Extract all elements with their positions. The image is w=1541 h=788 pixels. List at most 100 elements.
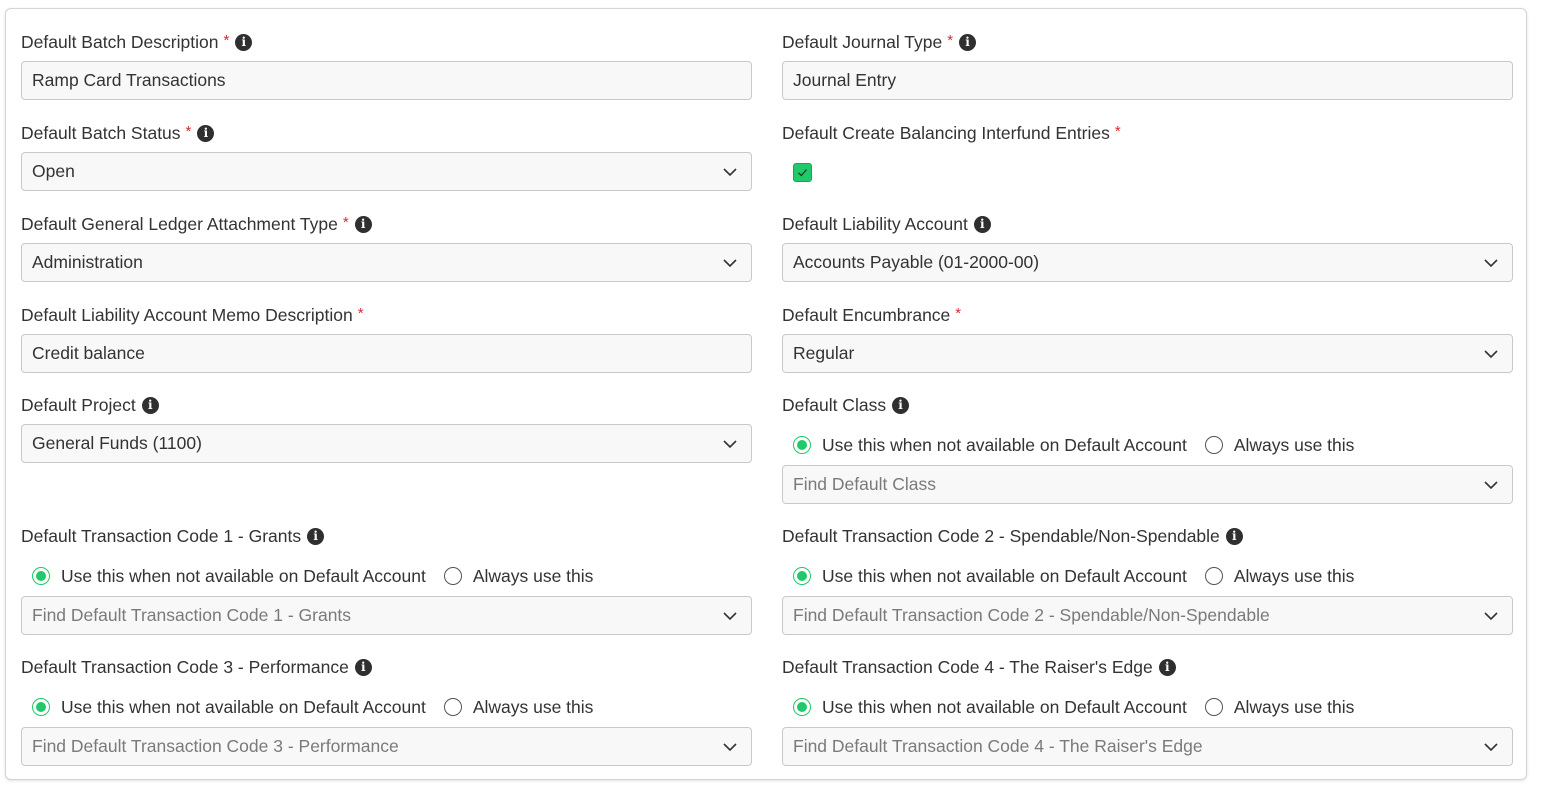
tx-code-3-radio-group: Use this when not available on Default A… xyxy=(32,696,752,718)
radio-button[interactable] xyxy=(793,698,811,716)
chevron-down-icon xyxy=(1484,259,1498,268)
radio-button[interactable] xyxy=(443,567,462,585)
label-text: Default Transaction Code 2 - Spendable/N… xyxy=(782,525,1220,546)
tx-code-4-select[interactable]: Find Default Transaction Code 4 - The Ra… xyxy=(782,727,1513,766)
liability-account-select[interactable]: Accounts Payable (01-2000-00) xyxy=(782,243,1513,282)
project-field: Default Project i General Funds (1100) xyxy=(21,394,752,463)
batch-description-input[interactable]: Ramp Card Transactions xyxy=(21,61,752,100)
radio-button[interactable] xyxy=(793,436,811,454)
radio-label: Use this when not available on Default A… xyxy=(61,565,426,586)
radio-button[interactable] xyxy=(32,698,50,716)
required-marker: * xyxy=(955,304,962,322)
journal-type-input[interactable]: Journal Entry xyxy=(782,61,1513,100)
chevron-down-icon xyxy=(723,612,737,621)
radio-option-always[interactable]: Always use this xyxy=(1204,434,1355,456)
info-icon[interactable]: i xyxy=(141,396,159,414)
radio-option-always[interactable]: Always use this xyxy=(1204,697,1354,718)
info-icon[interactable]: i xyxy=(197,124,215,142)
label-text: Default Transaction Code 1 - Grants xyxy=(21,525,302,546)
field-label: Default Batch Status * i xyxy=(21,122,752,144)
field-label: Default Encumbrance * xyxy=(782,304,1513,326)
info-icon[interactable]: i xyxy=(892,396,910,414)
select-value: Administration xyxy=(32,252,143,272)
info-icon[interactable]: i xyxy=(1225,527,1243,545)
radio-option-fallback[interactable]: Use this when not available on Default A… xyxy=(793,566,1187,587)
radio-button[interactable] xyxy=(1204,436,1223,454)
radio-option-always[interactable]: Always use this xyxy=(1204,565,1355,587)
label-text: Default Liability Account xyxy=(782,213,968,234)
balancing-interfund-field: Default Create Balancing Interfund Entri… xyxy=(782,122,1513,182)
required-marker: * xyxy=(947,31,954,49)
tx-code-3-select[interactable]: Find Default Transaction Code 3 - Perfor… xyxy=(21,727,752,766)
radio-label: Use this when not available on Default A… xyxy=(822,434,1187,455)
select-placeholder: Find Default Transaction Code 3 - Perfor… xyxy=(32,736,399,756)
field-label: Default Transaction Code 4 - The Raiser'… xyxy=(782,656,1513,678)
radio-label: Always use this xyxy=(472,565,594,586)
radio-button[interactable] xyxy=(793,567,811,585)
info-icon[interactable]: i xyxy=(307,527,325,545)
field-label: Default Liability Account i xyxy=(782,213,1513,235)
field-label: Default Liability Account Memo Descripti… xyxy=(21,304,752,326)
required-marker: * xyxy=(1114,122,1121,140)
batch-description-field: Default Batch Description * i Ramp Card Tr… xyxy=(21,31,752,100)
radio-button[interactable] xyxy=(1204,698,1223,716)
tx-code-1-select[interactable]: Find Default Transaction Code 1 - Grants xyxy=(21,596,752,635)
project-select[interactable]: General Funds (1100) xyxy=(21,424,752,463)
encumbrance-field: Default Encumbrance * Regular xyxy=(782,304,1513,373)
field-label: Default Create Balancing Interfund Entri… xyxy=(782,122,1513,144)
chevron-down-icon xyxy=(723,259,737,268)
radio-label: Always use this xyxy=(1233,565,1355,586)
liability-memo-input[interactable]: Credit balance xyxy=(21,334,752,373)
info-icon[interactable]: i xyxy=(354,215,372,233)
info-icon[interactable]: i xyxy=(1158,658,1176,676)
tx-code-3-field: Default Transaction Code 3 - Performance… xyxy=(21,656,752,766)
radio-option-fallback[interactable]: Use this when not available on Default A… xyxy=(32,697,426,718)
radio-option-always[interactable]: Always use this xyxy=(443,696,594,718)
info-icon[interactable]: i xyxy=(354,658,372,676)
radio-label: Use this when not available on Default A… xyxy=(822,696,1187,717)
class-select[interactable]: Find Default Class xyxy=(782,465,1513,504)
radio-button[interactable] xyxy=(1204,567,1223,585)
select-value: Accounts Payable (01-2000-00) xyxy=(793,252,1040,272)
radio-option-always[interactable]: Always use this xyxy=(443,565,594,587)
radio-label: Always use this xyxy=(1233,434,1355,455)
select-value: General Funds (1100) xyxy=(32,433,202,453)
radio-option-fallback[interactable]: Use this when not available on Default A… xyxy=(793,435,1187,456)
field-label: Default Journal Type * i xyxy=(782,31,1513,53)
tx-code-2-select[interactable]: Find Default Transaction Code 2 - Spenda… xyxy=(782,596,1513,635)
gl-attachment-type-select[interactable]: Administration xyxy=(21,243,752,282)
radio-option-fallback[interactable]: Use this when not available on Default A… xyxy=(793,697,1187,718)
tx-code-2-field: Default Transaction Code 2 - Spendable/N… xyxy=(782,525,1513,635)
chevron-down-icon xyxy=(1484,350,1498,359)
journal-type-field: Default Journal Type * i Journal Entry xyxy=(782,31,1513,100)
balancing-interfund-checkbox[interactable] xyxy=(793,163,812,182)
chevron-down-icon xyxy=(723,743,737,752)
field-label: Default Project i xyxy=(21,394,752,416)
liability-memo-field: Default Liability Account Memo Descripti… xyxy=(21,304,752,373)
radio-button[interactable] xyxy=(443,698,462,716)
encumbrance-select[interactable]: Regular xyxy=(782,334,1513,373)
label-text: Default Class xyxy=(782,394,887,415)
label-text: Default Liability Account Memo Descripti… xyxy=(21,304,353,325)
info-icon[interactable]: i xyxy=(973,215,991,233)
class-field: Default Class i Use this when not availab… xyxy=(782,394,1513,504)
select-placeholder: Find Default Transaction Code 2 - Spenda… xyxy=(793,605,1270,625)
select-placeholder: Find Default Transaction Code 1 - Grants xyxy=(32,605,352,625)
input-value: Ramp Card Transactions xyxy=(32,70,226,90)
radio-label: Always use this xyxy=(472,696,594,717)
label-text: Default Project xyxy=(21,394,136,415)
label-text: Default Transaction Code 3 - Performance xyxy=(21,656,349,677)
label-text: Default Batch Status xyxy=(21,122,181,143)
info-icon[interactable]: i xyxy=(235,33,253,51)
field-label: Default Transaction Code 2 - Spendable/N… xyxy=(782,525,1513,547)
info-icon[interactable]: i xyxy=(959,33,977,51)
required-marker: * xyxy=(342,213,349,231)
radio-option-fallback[interactable]: Use this when not available on Default A… xyxy=(32,566,426,587)
radio-button[interactable] xyxy=(32,567,50,585)
label-text: Default Create Balancing Interfund Entri… xyxy=(782,122,1110,143)
required-marker: * xyxy=(357,304,364,322)
input-value: Credit balance xyxy=(32,343,145,363)
select-value: Regular xyxy=(793,343,855,363)
batch-status-select[interactable]: Open xyxy=(21,152,752,191)
label-text: Default Batch Description xyxy=(21,31,219,52)
